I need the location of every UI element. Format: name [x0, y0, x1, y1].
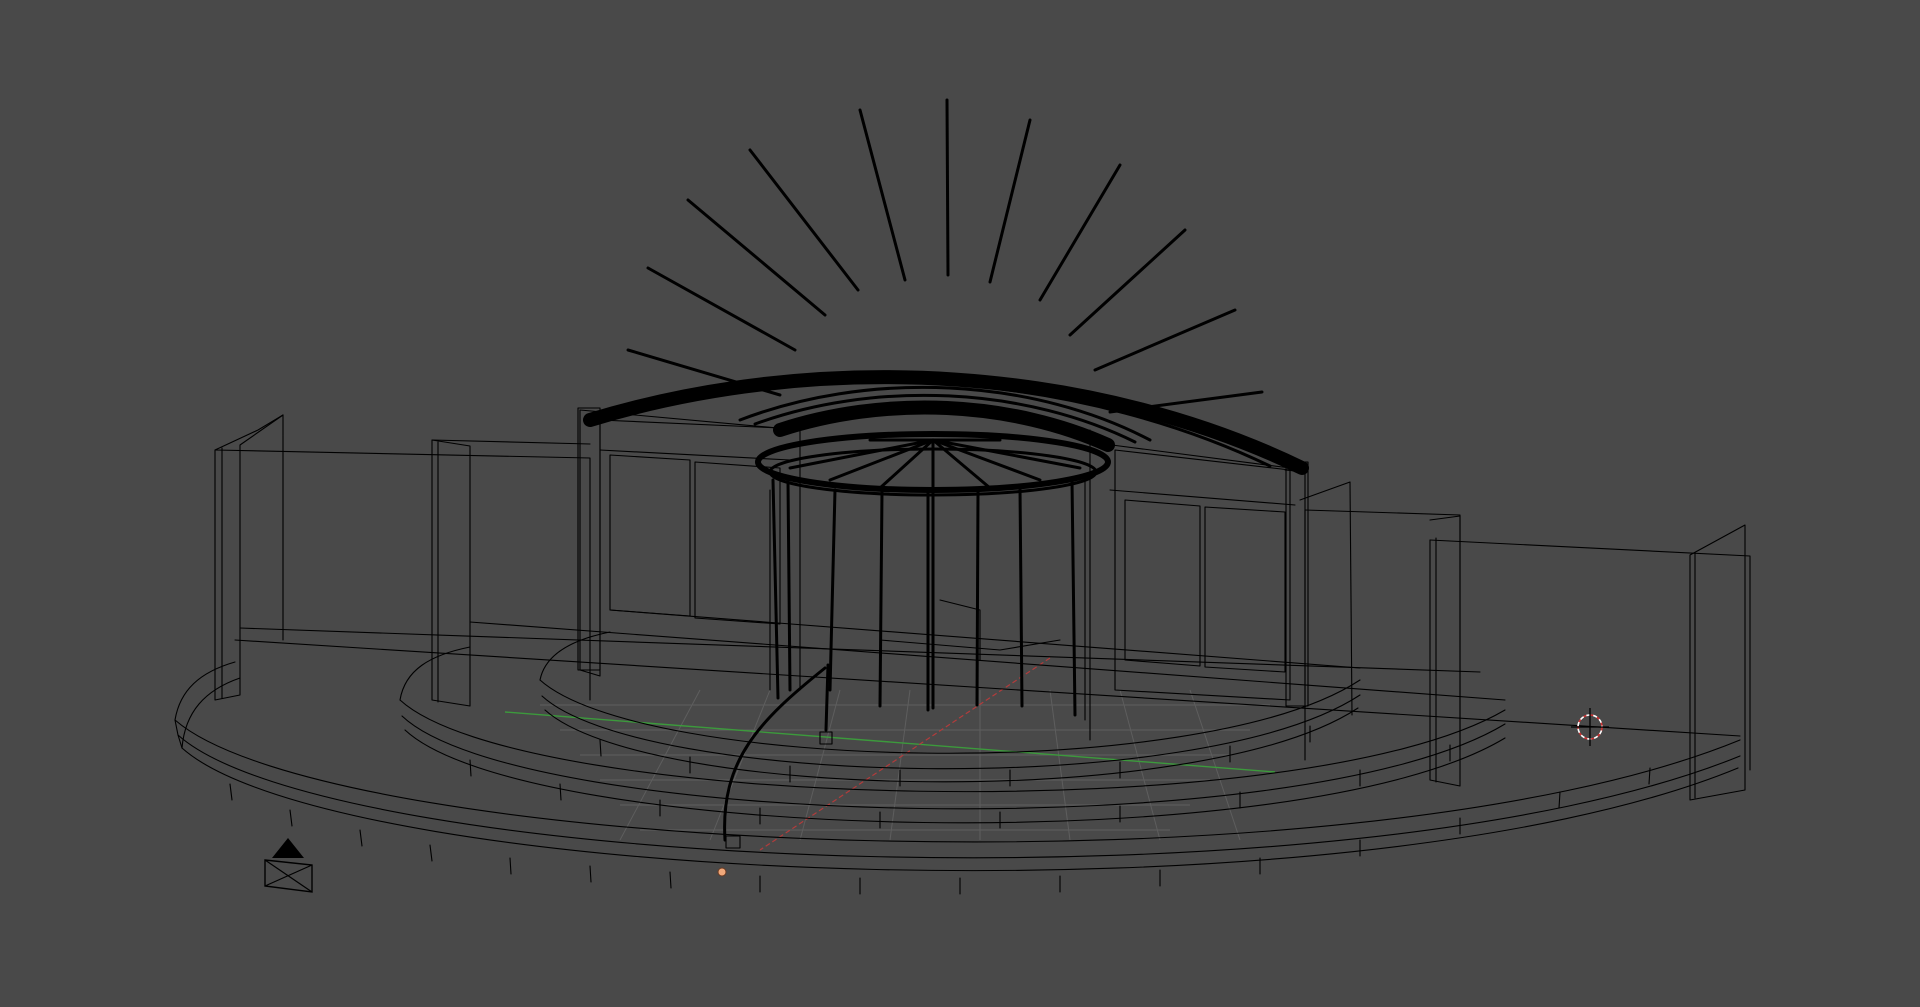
floor-grid: [540, 689, 1270, 841]
y-axis-line: [504, 711, 1276, 773]
3d-cursor-icon[interactable]: [1571, 708, 1609, 746]
back-panels-mesh[interactable]: [579, 409, 1306, 701]
columns-mesh[interactable]: [771, 478, 1077, 717]
arch-mesh[interactable]: [577, 98, 1309, 707]
dome-mesh[interactable]: [755, 431, 1111, 497]
steps-mesh[interactable]: [174, 609, 1741, 895]
column-guides: [769, 429, 1091, 741]
3d-viewport[interactable]: [0, 0, 1920, 1007]
object-origin-dot[interactable]: [717, 867, 727, 877]
camera-icon[interactable]: [264, 838, 313, 893]
wireframe-scene: [174, 98, 1751, 895]
